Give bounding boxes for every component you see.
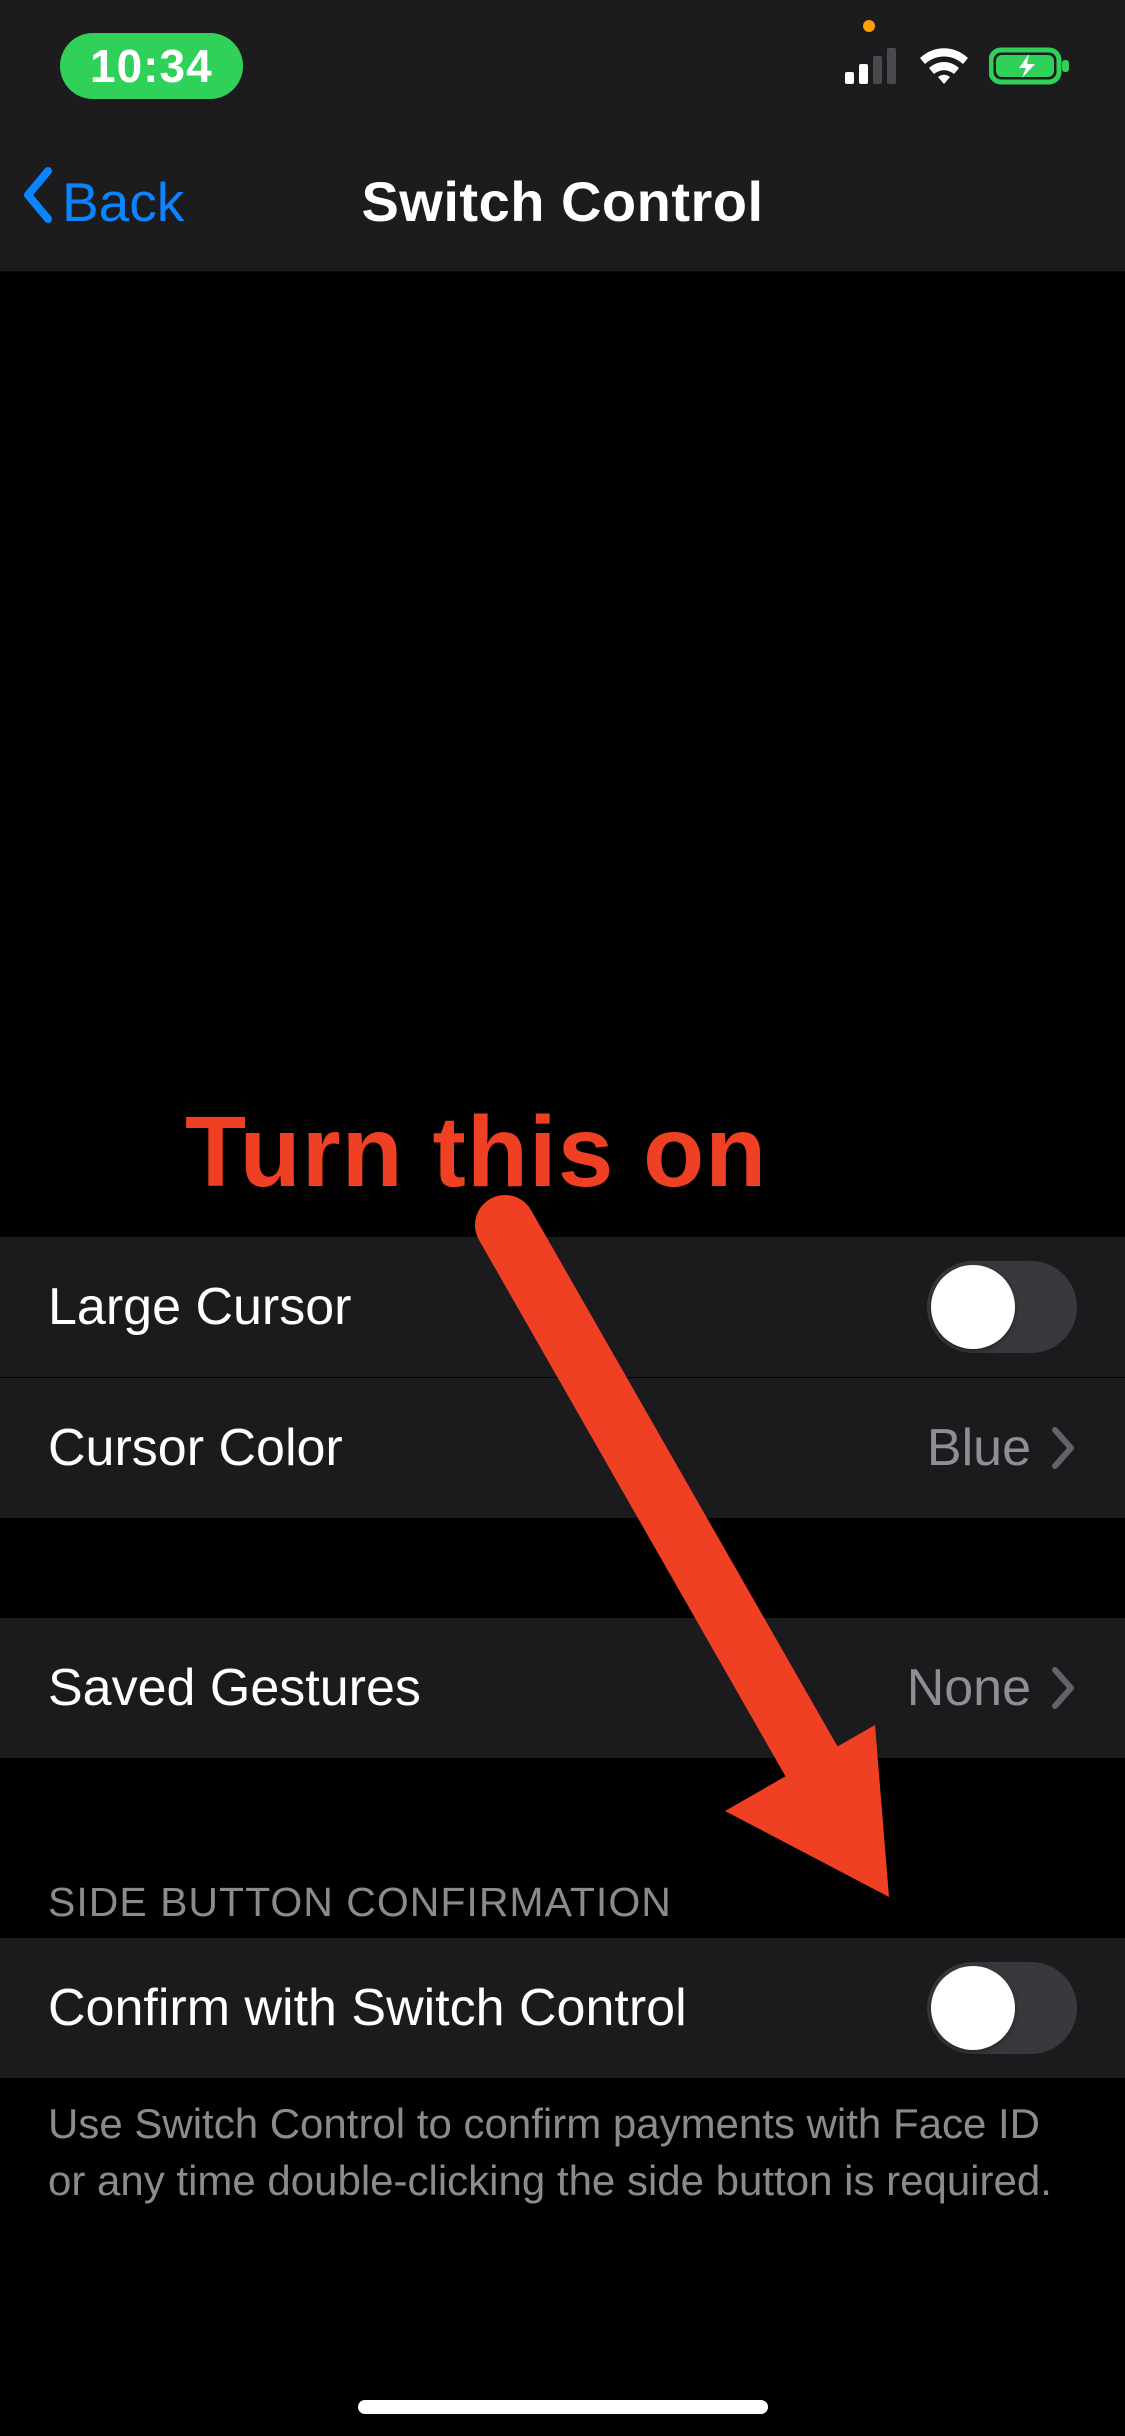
page-title: Switch Control — [361, 169, 763, 234]
cursor-color-row[interactable]: Cursor Color Blue — [0, 1378, 1125, 1518]
back-button[interactable]: Back — [18, 132, 184, 271]
confirm-switch-control-label: Confirm with Switch Control — [48, 1978, 687, 2038]
large-cursor-row[interactable]: Large Cursor — [0, 1237, 1125, 1377]
status-time-area: 10:34 — [60, 33, 243, 99]
time-pill: 10:34 — [60, 33, 243, 99]
navigation-bar: Back Switch Control — [0, 132, 1125, 272]
status-bar: 10:34 — [0, 0, 1125, 132]
section-spacer — [0, 1518, 1125, 1618]
wifi-icon — [917, 46, 971, 86]
status-right-icons — [845, 46, 1071, 86]
scroll-content-offscreen — [0, 272, 1125, 1237]
large-cursor-label: Large Cursor — [48, 1277, 351, 1337]
back-button-label: Back — [62, 170, 184, 234]
saved-gestures-row[interactable]: Saved Gestures None — [0, 1618, 1125, 1758]
saved-gestures-value: None — [907, 1658, 1031, 1718]
home-indicator[interactable] — [358, 2400, 768, 2414]
cursor-color-label: Cursor Color — [48, 1418, 343, 1478]
chevron-right-icon — [1051, 1666, 1077, 1710]
battery-charging-icon — [989, 46, 1071, 86]
side-button-section-header: SIDE BUTTON CONFIRMATION — [0, 1758, 1125, 1938]
confirm-switch-control-row[interactable]: Confirm with Switch Control — [0, 1938, 1125, 2078]
chevron-left-icon — [18, 165, 62, 238]
toggle-knob — [931, 1966, 1015, 2050]
cursor-color-value: Blue — [927, 1418, 1031, 1478]
toggle-knob — [931, 1265, 1015, 1349]
large-cursor-toggle[interactable] — [927, 1261, 1077, 1353]
annotation-text: Turn this on — [185, 1095, 767, 1210]
confirm-switch-control-toggle[interactable] — [927, 1962, 1077, 2054]
cellular-icon — [845, 48, 899, 84]
status-recording-dot — [863, 20, 875, 32]
side-button-section-footer: Use Switch Control to confirm payments w… — [0, 2078, 1125, 2209]
saved-gestures-label: Saved Gestures — [48, 1658, 421, 1718]
chevron-right-icon — [1051, 1426, 1077, 1470]
